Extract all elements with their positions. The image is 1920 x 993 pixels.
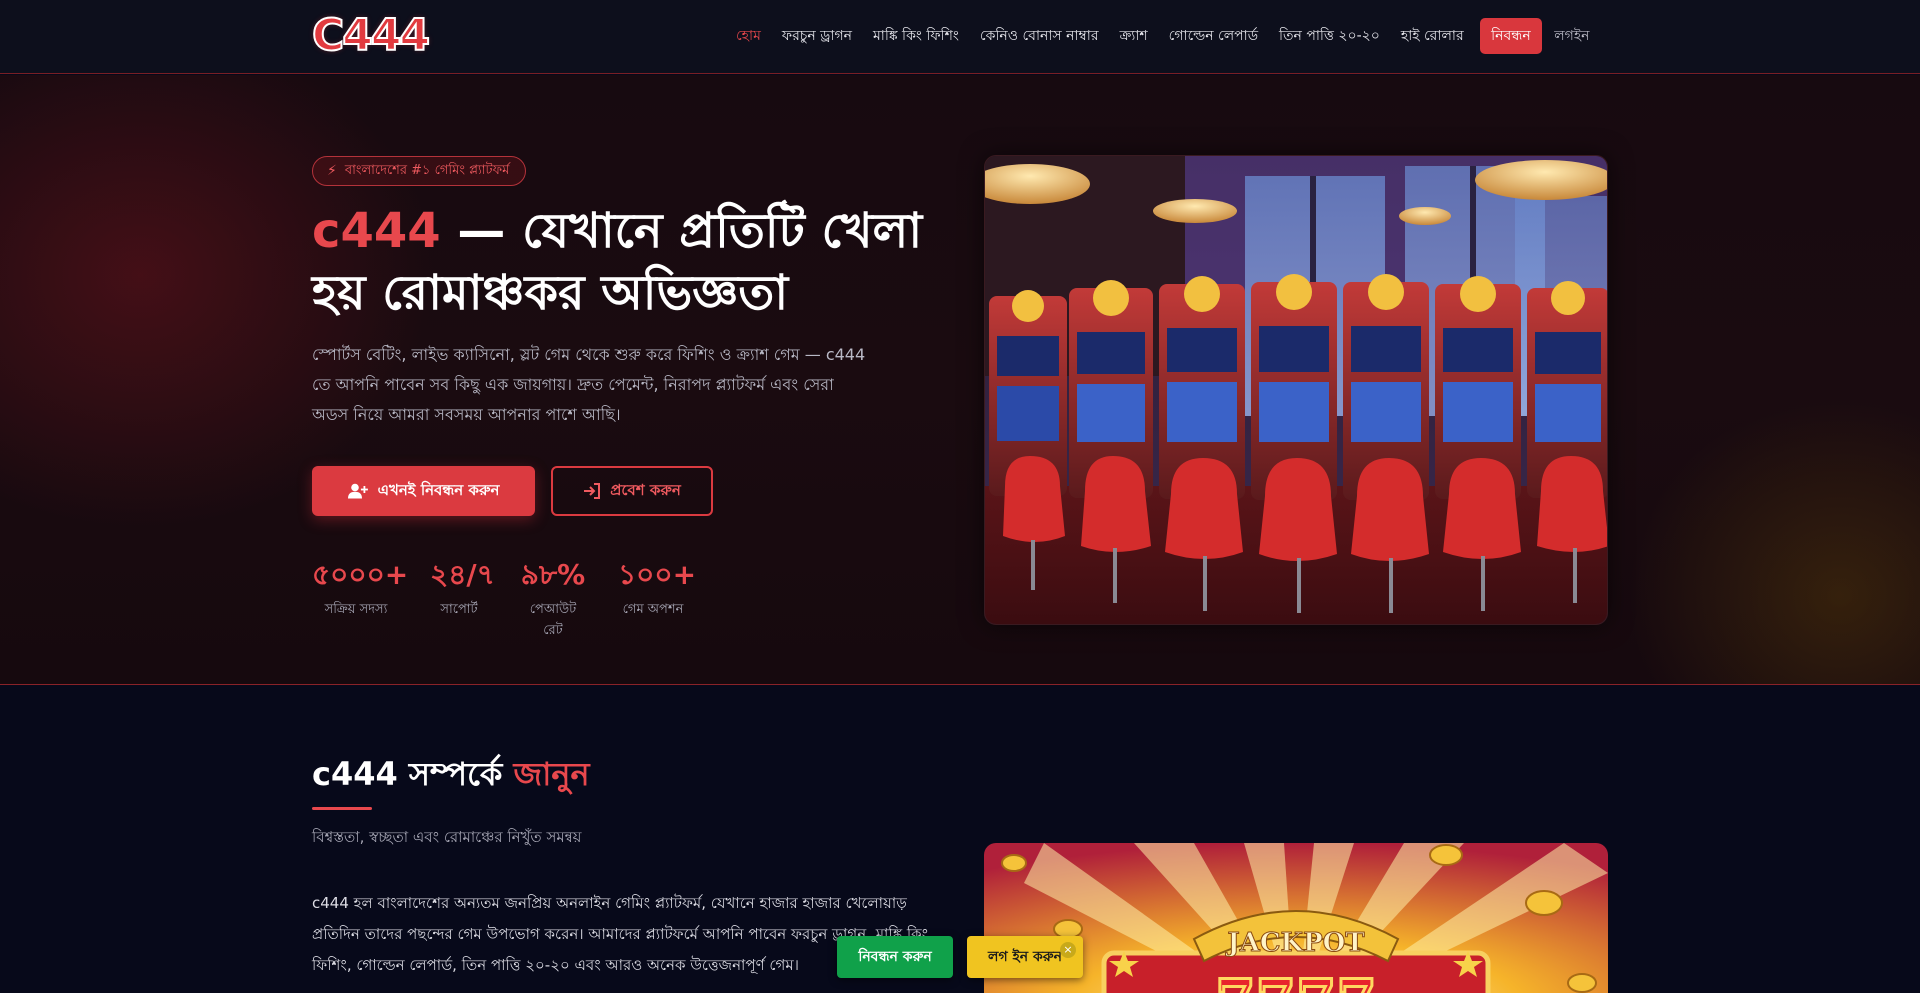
- nav-item-high-roller[interactable]: হাই রোলার: [1390, 18, 1474, 54]
- sign-in-icon: [584, 483, 601, 499]
- stat-label: পেআউট রেট: [529, 602, 577, 638]
- nav-item-teen-patti[interactable]: তিন পাত্তি ২০-২০: [1269, 18, 1391, 54]
- stat-payout: ৯৮% পেআউট রেট: [518, 558, 588, 642]
- hero-badge-text: বাংলাদেশের #১ গেমিং প্ল্যাটফর্ম: [344, 163, 510, 178]
- hero-title: c444 — যেখানে প্রতিটি খেলা হয় রোমাঞ্চকর…: [312, 200, 932, 324]
- hero-title-brand: c444: [312, 203, 441, 259]
- nav-register-button[interactable]: নিবন্ধন: [1480, 18, 1542, 54]
- nav-item-fortune-dragon[interactable]: ফরচুন ড্রাগন: [771, 18, 862, 54]
- nav-item-crash[interactable]: ক্র্যাশ: [1109, 18, 1158, 54]
- main-menu: হোম ফরচুন ড্রাগন মাঙ্কি কিং ফিশিং কেনিও …: [725, 18, 1600, 54]
- stat-value: ৯৮%: [520, 558, 586, 591]
- stat-label: সাপোর্ট: [440, 602, 478, 617]
- register-now-button[interactable]: এখনই নিবন্ধন করুন: [312, 466, 535, 516]
- about-title-prefix: c444 সম্পর্কে: [312, 755, 514, 793]
- slot-machines-image: [984, 155, 1608, 625]
- hero-stats: ৫০০০+ সক্রিয় সদস্য ২৪/৭ সাপোর্ট ৯৮% পেআ…: [312, 558, 718, 642]
- stat-members: ৫০০০+ সক্রিয় সদস্য: [312, 558, 409, 642]
- about-title: c444 সম্পর্কে জানুন: [312, 754, 590, 794]
- jackpot-number: 7777: [1215, 967, 1376, 993]
- stat-games: ১০০+ গেম অপশন: [618, 558, 697, 642]
- nav-item-keno-bonus[interactable]: কেনিও বোনাস নাম্বার: [969, 18, 1109, 54]
- nav-item-home[interactable]: হোম: [725, 18, 771, 54]
- hero-badge: ⚡ বাংলাদেশের #১ গেমিং প্ল্যাটফর্ম: [312, 156, 527, 186]
- top-navbar: C444 হোম ফরচুন ড্রাগন মাঙ্কি কিং ফিশিং ক…: [0, 0, 1920, 74]
- stat-value: ৫০০০+: [312, 558, 409, 591]
- stat-support: ২৪/৭ সাপোর্ট: [430, 558, 495, 642]
- about-subtitle: বিশ্বস্ততা, স্বচ্ছতা এবং রোমাঞ্চের নিখুঁ…: [312, 828, 582, 846]
- nav-login-link[interactable]: লগইন: [1544, 18, 1600, 54]
- title-underline: [312, 807, 372, 810]
- stat-value: ১০০+: [618, 558, 697, 591]
- enter-button[interactable]: প্রবেশ করুন: [551, 466, 713, 516]
- user-plus-icon: [347, 483, 368, 499]
- about-title-highlight: জানুন: [513, 755, 590, 793]
- stat-label: সক্রিয় সদস্য: [324, 602, 388, 617]
- stat-value: ২৪/৭: [430, 558, 495, 591]
- hero-section: ⚡ বাংলাদেশের #১ গেমিং প্ল্যাটফর্ম c444 —…: [0, 75, 1920, 685]
- nav-item-golden-leopard[interactable]: গোল্ডেন লেপার্ড: [1158, 18, 1268, 54]
- nav-item-monkey-king-fishing[interactable]: মাঙ্কি কিং ফিশিং: [863, 18, 970, 54]
- stat-label: গেম অপশন: [622, 602, 684, 617]
- jackpot-text: JACKPOT: [1225, 928, 1365, 958]
- site-logo[interactable]: C444: [311, 11, 431, 61]
- close-icon[interactable]: ×: [1060, 942, 1076, 958]
- enter-label: প্রবেশ করুন: [610, 480, 681, 499]
- register-now-label: এখনই নিবন্ধন করুন: [377, 480, 500, 499]
- floating-register-button[interactable]: নিবন্ধন করুন: [837, 936, 953, 978]
- hero-description: স্পোর্টস বেটিং, লাইভ ক্যাসিনো, স্লট গেম …: [312, 345, 866, 424]
- bolt-icon: ⚡: [327, 163, 337, 179]
